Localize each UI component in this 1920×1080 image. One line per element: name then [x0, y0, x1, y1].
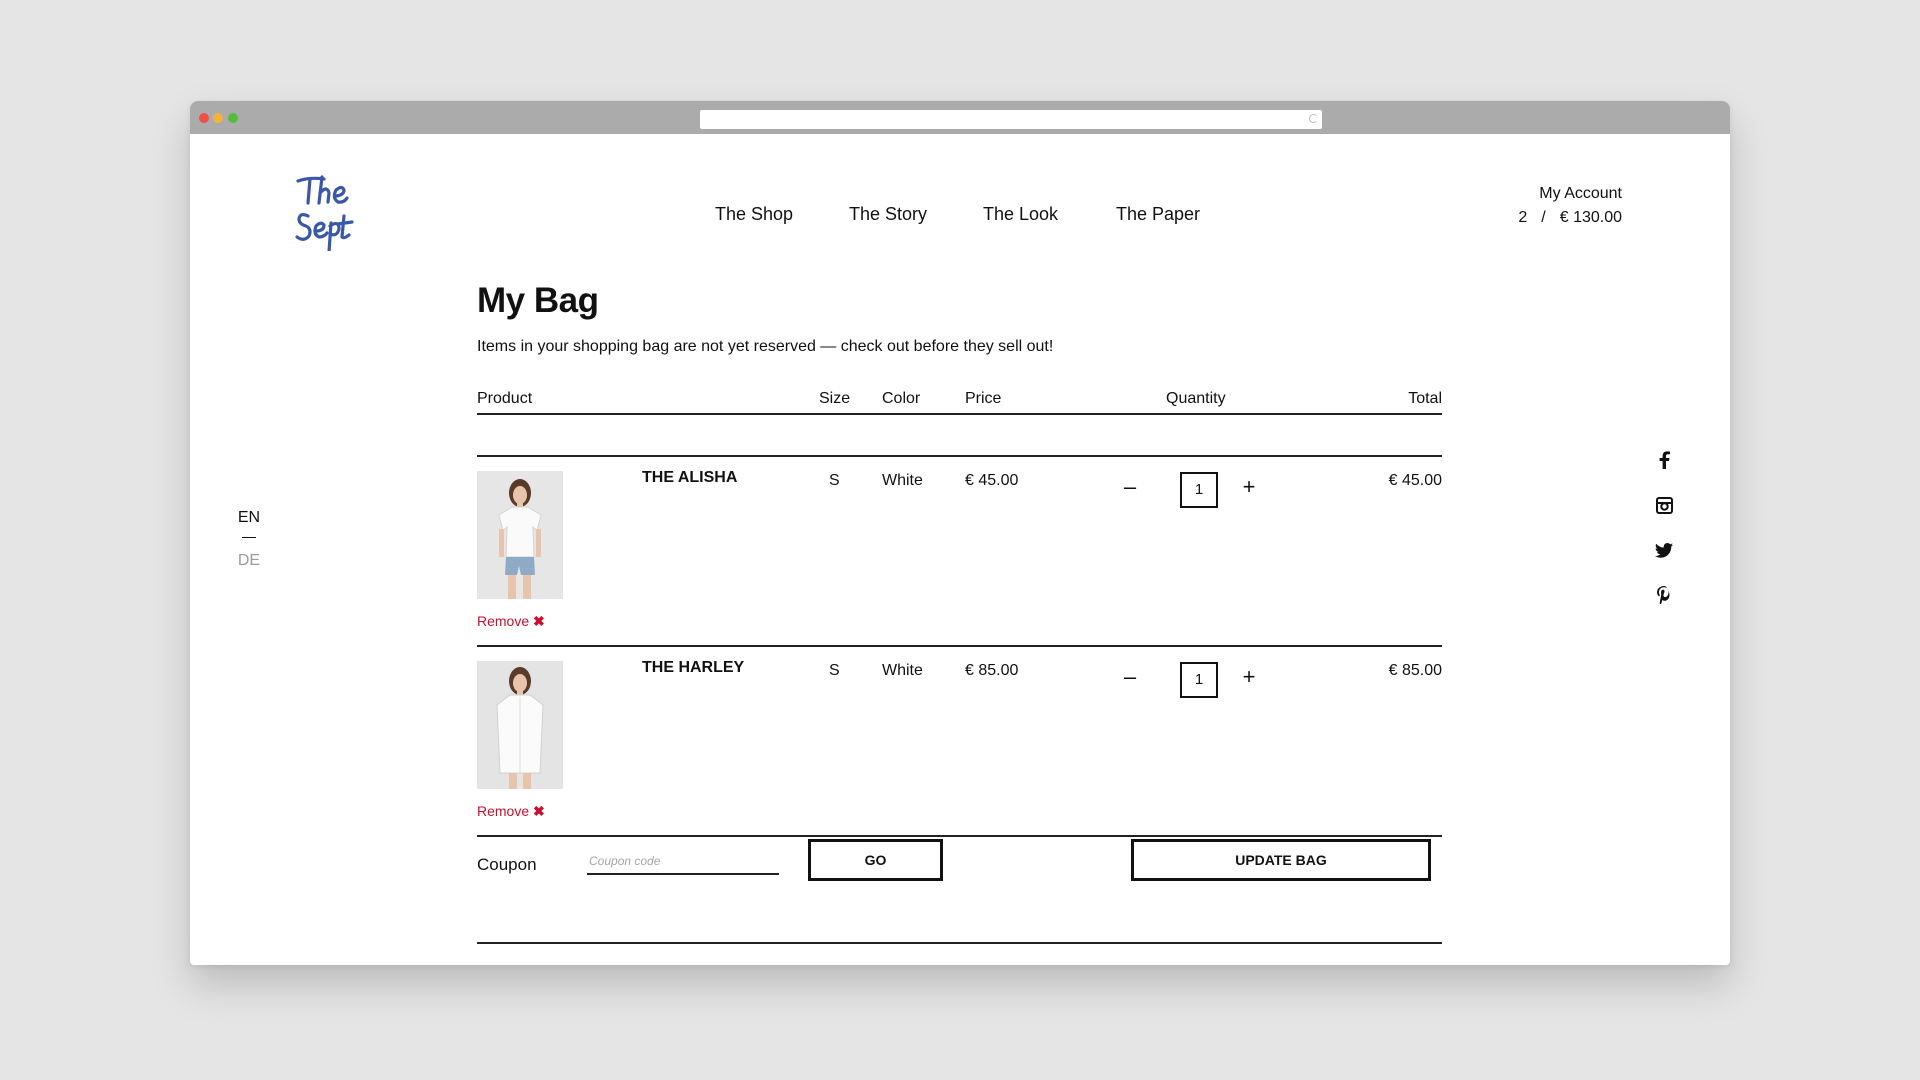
language-switcher: EN DE: [235, 509, 263, 570]
header-total: Total: [1408, 390, 1442, 407]
remove-x-icon: ✖: [533, 613, 545, 629]
quantity-input[interactable]: 1: [1180, 662, 1218, 698]
coupon-label: Coupon: [477, 855, 537, 874]
product-price: € 45.00: [965, 472, 1019, 489]
browser-titlebar: [190, 101, 1730, 134]
product-color: White: [882, 472, 923, 489]
pinterest-icon[interactable]: [1653, 584, 1675, 606]
product-size: S: [829, 472, 840, 489]
account-summary: My Account 2 / € 130.00: [1518, 185, 1622, 227]
line-total: € 45.00: [1388, 472, 1442, 489]
remove-label: Remove: [477, 613, 530, 629]
facebook-icon[interactable]: [1653, 449, 1675, 471]
coupon-code-input[interactable]: [587, 849, 779, 875]
quantity-decrease-button[interactable]: –: [1120, 664, 1140, 690]
logo[interactable]: [294, 171, 364, 251]
reload-icon[interactable]: [1309, 114, 1318, 123]
lang-en[interactable]: EN: [235, 509, 263, 527]
table-top-divider: [477, 413, 1442, 415]
nav-the-story[interactable]: The Story: [849, 204, 927, 225]
quantity-increase-button[interactable]: +: [1239, 474, 1259, 500]
update-bag-button[interactable]: UPDATE BAG: [1131, 839, 1431, 881]
address-bar[interactable]: [700, 110, 1322, 129]
close-window-button[interactable]: [199, 113, 209, 123]
instagram-icon[interactable]: [1653, 494, 1675, 516]
row-divider: [477, 645, 1442, 647]
table-header-divider: [477, 455, 1442, 457]
cart-count: 2: [1518, 209, 1528, 226]
maximize-window-button[interactable]: [228, 113, 238, 123]
lang-de[interactable]: DE: [235, 552, 263, 570]
footer-divider: [477, 942, 1442, 944]
quantity-increase-button[interactable]: +: [1239, 664, 1259, 690]
remove-item-button[interactable]: Remove ✖: [477, 613, 545, 630]
nav-the-paper[interactable]: The Paper: [1116, 204, 1200, 225]
cart-separator: /: [1541, 209, 1546, 226]
cart-total: € 130.00: [1559, 209, 1622, 226]
product-price: € 85.00: [965, 662, 1019, 679]
product-name[interactable]: THE HARLEY: [642, 659, 744, 677]
apply-coupon-button[interactable]: GO: [808, 839, 943, 881]
header-color: Color: [882, 390, 921, 407]
product-name[interactable]: THE ALISHA: [642, 469, 737, 487]
page-title: My Bag: [477, 281, 599, 320]
remove-item-button[interactable]: Remove ✖: [477, 803, 545, 820]
lang-divider: [242, 537, 256, 538]
page-subtitle: Items in your shopping bag are not yet r…: [477, 338, 1054, 355]
header-product: Product: [477, 390, 533, 407]
product-image-alisha[interactable]: [477, 471, 563, 599]
twitter-icon[interactable]: [1653, 539, 1675, 561]
nav-the-shop[interactable]: The Shop: [715, 204, 793, 225]
header-price: Price: [965, 390, 1002, 407]
product-image-harley[interactable]: [477, 661, 563, 789]
line-total: € 85.00: [1388, 662, 1442, 679]
product-size: S: [829, 662, 840, 679]
minimize-window-button[interactable]: [213, 113, 223, 123]
header-quantity: Quantity: [1166, 390, 1226, 407]
browser-window: The Shop The Story The Look The Paper My…: [190, 101, 1730, 965]
nav-the-look[interactable]: The Look: [983, 204, 1058, 225]
remove-label: Remove: [477, 803, 530, 819]
table-bottom-divider: [477, 835, 1442, 837]
cart-summary[interactable]: 2 / € 130.00: [1518, 209, 1622, 227]
remove-x-icon: ✖: [533, 803, 545, 819]
my-account-link[interactable]: My Account: [1518, 185, 1622, 203]
header-size: Size: [819, 390, 851, 407]
quantity-decrease-button[interactable]: –: [1120, 474, 1140, 500]
product-color: White: [882, 662, 923, 679]
quantity-input[interactable]: 1: [1180, 472, 1218, 508]
